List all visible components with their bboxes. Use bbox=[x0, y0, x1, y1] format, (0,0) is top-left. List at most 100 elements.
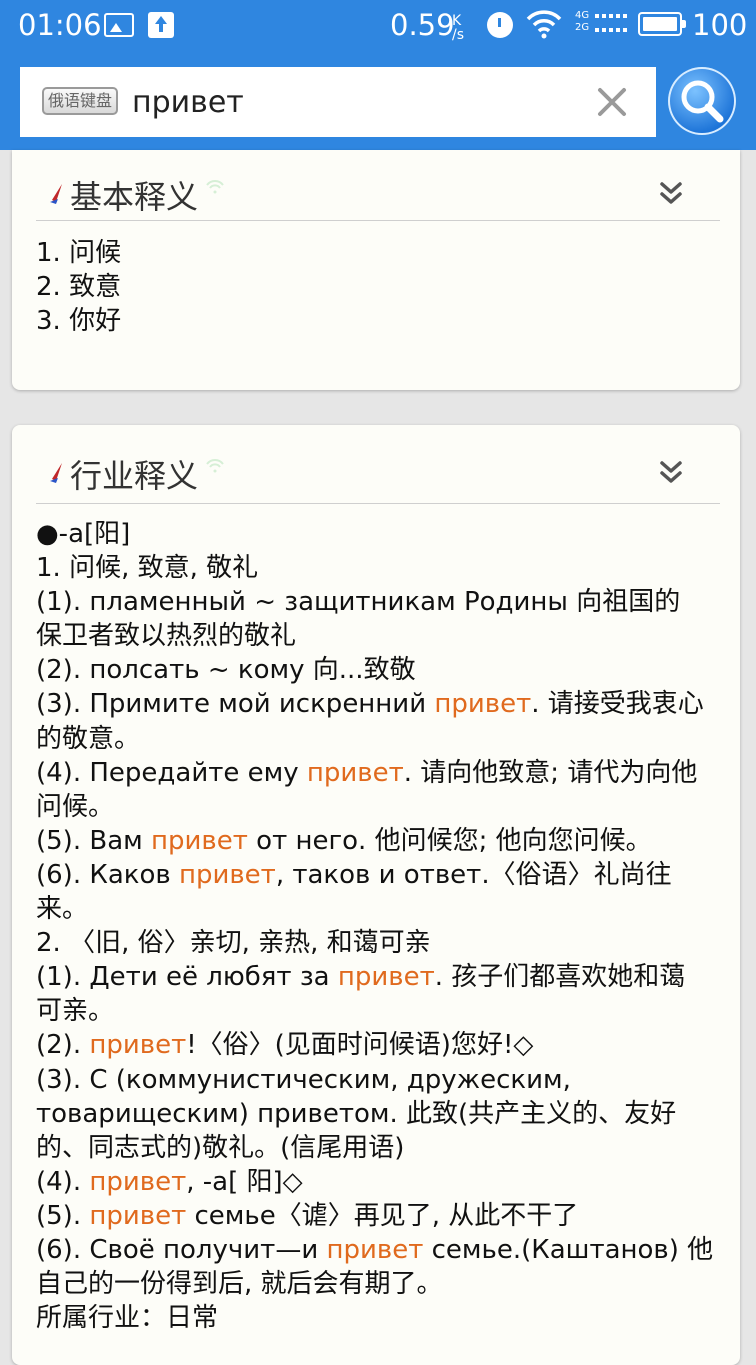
highlighted-term: привет bbox=[326, 1234, 424, 1265]
definition-text: . 孩子们都喜欢她和蔼 bbox=[434, 962, 686, 993]
definition-line: (4). Передайте ему привет. 请向他致意; 请代为向他 bbox=[36, 756, 726, 790]
highlighted-term: привет bbox=[337, 962, 435, 993]
alarm-icon bbox=[487, 12, 513, 38]
industry-card-header[interactable]: 行业释义 bbox=[36, 447, 720, 504]
definition-line: 自己的一份得到后, 就后会有期了。 bbox=[36, 1267, 726, 1301]
definition-text: 自己的一份得到后, 就后会有期了。 bbox=[36, 1269, 443, 1300]
definition-text: ●-a[阳] bbox=[36, 519, 131, 549]
highlighted-term: привет bbox=[306, 757, 404, 788]
definition-line: 2. 〈旧, 俗〉亲切, 亲热, 和蔼可亲 bbox=[36, 926, 726, 960]
definition-text: !〈俗〉(见面时问候语)您好!◇ bbox=[186, 1030, 534, 1061]
definition-text: (2). bbox=[36, 1030, 90, 1061]
highlighted-term: привет bbox=[178, 859, 276, 890]
definition-text: (4). Передайте ему bbox=[36, 757, 307, 788]
definition-line: товарищеским) приветом. 此致(共产主义的、友好 bbox=[36, 1097, 726, 1131]
definition-text: , -a[ 阳]◇ bbox=[186, 1166, 303, 1197]
definition-text: (5). bbox=[36, 1200, 90, 1231]
definition-line: (1). пламенный ~ защитникам Родины 向祖国的 bbox=[36, 585, 726, 619]
definition-text: 保卫者致以热烈的敬礼 bbox=[36, 621, 297, 652]
definition-text: (6). Своё получит—и bbox=[36, 1234, 327, 1265]
definition-line: (2). полсать ~ кому 向...致敬 bbox=[36, 653, 726, 687]
definition-text: 可亲。 bbox=[36, 996, 115, 1027]
definition-line: 所属行业：日常 bbox=[36, 1301, 726, 1335]
highlighted-term: привет bbox=[89, 1166, 187, 1197]
definition-text: . 请接受我衷心 bbox=[531, 689, 704, 720]
definition-line: (3). Примите мой искренний привет. 请接受我衷… bbox=[36, 687, 726, 721]
definition-item: 2. 致意 bbox=[36, 272, 122, 302]
definition-text: (5). Вам bbox=[36, 825, 152, 856]
highlighted-term: привет bbox=[151, 825, 248, 856]
definition-line: (6). Своё получит—и привет семье.(Каштан… bbox=[36, 1233, 726, 1267]
definition-line: 的、同志式的)敬礼。(信尾用语) bbox=[36, 1131, 726, 1165]
definition-line: (2). привет!〈俗〉(见面时问候语)您好!◇ bbox=[36, 1028, 726, 1062]
definition-text: (3). Примите мой искренний bbox=[36, 689, 435, 720]
definition-text: товарищеским) приветом. 此致(共产主义的、友好 bbox=[36, 1098, 677, 1129]
definition-text: (6). Каков bbox=[36, 859, 179, 890]
russian-keyboard-button[interactable]: 俄语键盘 bbox=[42, 87, 118, 115]
battery-level: 100 bbox=[692, 8, 748, 42]
industry-card-title: 行业释义 bbox=[70, 457, 199, 495]
definition-line: ●-a[阳] bbox=[36, 517, 726, 551]
search-icon bbox=[681, 80, 724, 123]
definition-text: от него. 他问候您; 他向您问候。 bbox=[247, 825, 652, 856]
search-box: 俄语键盘 bbox=[20, 67, 656, 137]
search-input[interactable] bbox=[132, 77, 572, 127]
definition-line: 1. 问候, 致意, 敬礼 bbox=[36, 551, 726, 585]
brush-icon bbox=[50, 184, 62, 204]
definition-line: (5). привет семье〈谑〉再见了, 从此不干了 bbox=[36, 1199, 726, 1233]
definition-line: (4). привет, -a[ 阳]◇ bbox=[36, 1165, 726, 1199]
battery-icon bbox=[638, 12, 686, 36]
sound-wave-icon bbox=[206, 180, 224, 194]
network-speed: 0.59 bbox=[390, 8, 455, 42]
definition-line: (3). С (коммунистическим, дружеским, bbox=[36, 1063, 726, 1097]
industry-definition-list: ●-a[阳] 1. 问候, 致意, 敬礼 (1). пламенный ~ защи… bbox=[36, 517, 726, 1335]
highlighted-term: привет bbox=[89, 1030, 187, 1061]
chevron-double-down-icon[interactable] bbox=[658, 180, 684, 208]
definition-text: , таков и ответ.〈俗语〉礼尚往 bbox=[275, 859, 672, 890]
industry-definition-card: 行业释义 ●-a[阳] 1. 问候, 致意, 敬礼 (1). пламенный ~… bbox=[12, 425, 740, 1365]
search-button[interactable] bbox=[668, 67, 736, 135]
definition-line: 来。 bbox=[36, 892, 726, 926]
sound-wave-icon bbox=[206, 459, 224, 473]
definition-text: семье〈谑〉再见了, 从此不干了 bbox=[186, 1200, 579, 1231]
close-icon[interactable] bbox=[594, 84, 630, 120]
definition-text: 的、同志式的)敬礼。(信尾用语) bbox=[36, 1132, 405, 1163]
wifi-icon bbox=[526, 10, 562, 39]
definition-text: семье.(Каштанов) 他 bbox=[423, 1234, 714, 1265]
definition-text: (2). полсать ~ кому 向...致敬 bbox=[36, 655, 416, 686]
upload-icon bbox=[148, 12, 174, 38]
speed-unit-bottom: /s bbox=[452, 27, 465, 43]
definition-line: (6). Каков привет, таков и ответ.〈俗语〉礼尚往 bbox=[36, 858, 726, 892]
definition-text: (4). bbox=[36, 1166, 90, 1197]
basic-definition-card: 基本释义 1. 问候 2. 致意 3. 你好 bbox=[12, 150, 740, 390]
basic-definition-list: 1. 问候 2. 致意 3. 你好 bbox=[36, 236, 726, 338]
definition-text: 来。 bbox=[36, 894, 89, 925]
definition-text: . 请向他致意; 请代为向他 bbox=[403, 757, 698, 788]
definition-text: (1). Дети её любят за bbox=[36, 962, 338, 993]
definition-text: 2. 〈旧, 俗〉亲切, 亲热, 和蔼可亲 bbox=[36, 928, 431, 959]
brush-icon bbox=[50, 463, 62, 483]
definition-text: 1. 问候, 致意, 敬礼 bbox=[36, 553, 259, 584]
basic-card-header[interactable]: 基本释义 bbox=[36, 168, 720, 221]
chevron-double-down-icon[interactable] bbox=[658, 459, 684, 487]
definition-line: (1). Дети её любят за привет. 孩子们都喜欢她和蔼 bbox=[36, 960, 726, 994]
definition-line: (5). Вам привет от него. 他问候您; 他向您问候。 bbox=[36, 824, 726, 858]
definition-line: 问候。 bbox=[36, 790, 726, 824]
signal-icon bbox=[595, 14, 627, 32]
definition-item: 1. 问候 bbox=[36, 238, 122, 268]
basic-card-title: 基本释义 bbox=[70, 178, 199, 216]
network-speed-unit: K/s bbox=[452, 14, 464, 42]
definition-text: (3). С (коммунистическим, дружеским, bbox=[36, 1064, 571, 1095]
status-bar: 01:06 0.59 K/s 4G 2G 100 bbox=[0, 0, 756, 55]
highlighted-term: привет bbox=[89, 1200, 187, 1231]
search-header: 俄语键盘 bbox=[0, 55, 756, 150]
image-icon bbox=[104, 13, 134, 37]
definition-text: (1). пламенный ~ защитникам Родины 向祖国的 bbox=[36, 587, 681, 618]
definition-item: 3. 你好 bbox=[36, 306, 122, 336]
definition-line: 的敬意。 bbox=[36, 722, 726, 756]
definition-line: 保卫者致以热烈的敬礼 bbox=[36, 619, 726, 653]
definition-line: 可亲。 bbox=[36, 994, 726, 1028]
definition-text: 问候。 bbox=[36, 791, 115, 822]
definition-text: 的敬意。 bbox=[36, 723, 141, 754]
status-time: 01:06 bbox=[18, 8, 102, 42]
